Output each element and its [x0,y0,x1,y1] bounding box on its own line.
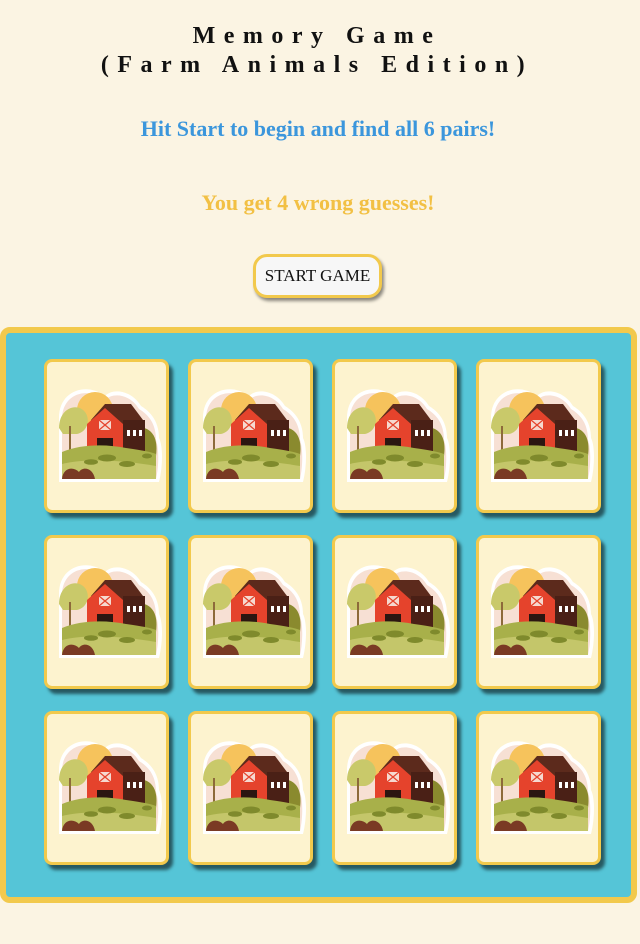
barn-farm-icon [483,738,597,838]
barn-farm-icon [483,562,597,662]
barn-farm-icon [195,386,309,486]
memory-card[interactable] [332,711,457,865]
barn-farm-icon [339,562,453,662]
memory-card[interactable] [44,535,169,689]
game-board [0,327,637,903]
start-game-button[interactable]: START GAME [253,254,382,298]
memory-card[interactable] [332,359,457,513]
memory-card[interactable] [188,359,313,513]
memory-card[interactable] [188,711,313,865]
page-title: Memory Game (Farm Animals Edition) [0,22,634,80]
memory-card[interactable] [188,535,313,689]
barn-farm-icon [51,738,165,838]
barn-farm-icon [195,562,309,662]
barn-farm-icon [483,386,597,486]
instructions-text: Hit Start to begin and find all 6 pairs! [140,116,496,141]
title-line-1: Memory Game [192,23,442,49]
memory-game-page: Memory Game (Farm Animals Edition) Hit S… [0,0,640,944]
memory-card[interactable] [476,359,601,513]
barn-farm-icon [51,386,165,486]
memory-card[interactable] [476,711,601,865]
wrong-guesses-text: You get 4 wrong guesses! [201,190,435,215]
memory-card[interactable] [476,535,601,689]
memory-card[interactable] [44,359,169,513]
barn-farm-icon [195,738,309,838]
memory-card[interactable] [44,711,169,865]
barn-farm-icon [51,562,165,662]
title-line-2: (Farm Animals Edition) [100,52,534,78]
barn-farm-icon [339,738,453,838]
barn-farm-icon [339,386,453,486]
memory-card[interactable] [332,535,457,689]
